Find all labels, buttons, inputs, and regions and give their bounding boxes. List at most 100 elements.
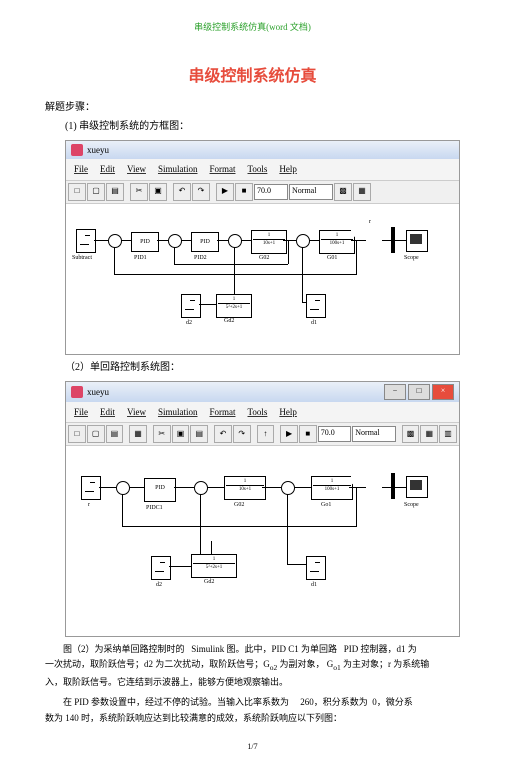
canvas-1: Subtract PID PID1 PID PID2 110s+1 G02 11… [66,204,459,354]
save-icon[interactable]: ▤ [106,425,124,443]
play-icon[interactable]: ▶ [280,425,298,443]
block-g02[interactable]: 110s+1 [251,230,287,254]
menu-help[interactable]: Help [279,162,297,176]
close-button[interactable]: × [432,384,454,400]
stop-icon[interactable]: ■ [299,425,317,443]
menu-file[interactable]: File [74,162,88,176]
undo-icon[interactable]: ↶ [173,183,191,201]
sim-time[interactable]: 70.0 [318,426,352,442]
open-icon[interactable]: ▢ [87,183,105,201]
block-d1[interactable] [306,556,326,580]
page-number: 1/7 [45,741,460,754]
toolbar-1: □ ▢ ▤ ✂ ▣ ↶ ↷ ▶ ■ 70.0 Normal ▩ ▦ [66,181,459,204]
label-scope: Scope [404,501,419,511]
app-icon [71,144,83,156]
window-title: xueyu [87,143,109,157]
label-g01: G01 [327,254,337,264]
menu-view[interactable]: View [127,162,146,176]
toolbar-2: □ ▢ ▤ ▦ ✂ ▣ ▤ ↶ ↷ ↑ ▶ ■ 70.0 Normal ▩ ▦ … [66,423,459,446]
menu-view[interactable]: View [127,405,146,419]
copy-icon[interactable]: ▣ [172,425,190,443]
block-sum2[interactable] [194,481,208,495]
up-icon[interactable]: ↑ [257,425,275,443]
block-d1[interactable] [306,294,326,318]
block-sum3[interactable] [281,481,295,495]
block-g02[interactable]: 110s+1 [224,476,266,500]
zoom-icon[interactable]: ▩ [402,425,420,443]
block-go1[interactable]: 1100s+1 [311,476,353,500]
open-icon[interactable]: ▢ [87,425,105,443]
label-gd2: Gd2 [204,578,214,588]
paste-icon[interactable]: ▤ [190,425,208,443]
menu-help[interactable]: Help [279,405,297,419]
print-icon[interactable]: ▦ [129,425,147,443]
menu-sim[interactable]: Simulation [158,162,198,176]
model-icon[interactable]: ▥ [439,425,457,443]
block-scope[interactable] [406,230,428,252]
block-pidc1[interactable]: PID [144,478,176,502]
menu-edit[interactable]: Edit [100,405,115,419]
block-step-r[interactable] [76,229,96,253]
maximize-button[interactable]: □ [408,384,430,400]
stop-icon[interactable]: ■ [235,183,253,201]
label-d1: d1 [311,581,317,591]
label-g02: G02 [259,254,269,264]
label-d2: d2 [186,319,192,329]
menu-file[interactable]: File [74,405,88,419]
block-sum4[interactable] [296,234,310,248]
doc-title: 串级控制系统仿真 [45,64,460,90]
copy-icon[interactable]: ▣ [149,183,167,201]
titlebar-1: xueyu [66,141,459,159]
label-r: r [369,218,371,228]
minimize-button[interactable]: − [384,384,406,400]
sim-mode[interactable]: Normal [289,184,333,200]
label-pidc1: PIDC1 [146,504,163,514]
titlebar-2: xueyu − □ × [66,382,459,402]
undo-icon[interactable]: ↶ [214,425,232,443]
menu-edit[interactable]: Edit [100,162,115,176]
menubar-2: File Edit View Simulation Format Tools H… [66,402,459,423]
simulink-window-1: xueyu File Edit View Simulation Format T… [65,140,460,355]
menu-fmt[interactable]: Format [210,405,236,419]
block-gd2[interactable]: 15²+2s+1 [191,554,237,578]
label-d2: d2 [156,581,162,591]
new-icon[interactable]: □ [68,425,86,443]
label-g02: G02 [234,501,244,511]
app-icon [71,386,83,398]
zoom-icon[interactable]: ▩ [334,183,352,201]
block-sum1[interactable] [116,481,130,495]
sim-time[interactable]: 70.0 [254,184,288,200]
menu-sim[interactable]: Simulation [158,405,198,419]
save-icon[interactable]: ▤ [106,183,124,201]
label-pid2: PID2 [194,254,207,264]
label-scope: Scope [404,254,419,264]
block-sum2[interactable] [168,234,182,248]
block-sum1[interactable] [108,234,122,248]
menu-fmt[interactable]: Format [210,162,236,176]
lib-icon[interactable]: ▦ [420,425,438,443]
block-d2[interactable] [151,556,171,580]
block-mux[interactable] [391,473,395,499]
lib-icon[interactable]: ▦ [353,183,371,201]
block-d2[interactable] [181,294,201,318]
block-g01[interactable]: 1100s+1 [319,230,355,254]
sim-mode[interactable]: Normal [352,426,395,442]
cut-icon[interactable]: ✂ [130,183,148,201]
step-label: 解题步骤： [45,100,460,116]
new-icon[interactable]: □ [68,183,86,201]
block-pid2[interactable]: PID [191,232,219,252]
block-sum3[interactable] [228,234,242,248]
redo-icon[interactable]: ↷ [233,425,251,443]
cut-icon[interactable]: ✂ [153,425,171,443]
menu-tools[interactable]: Tools [248,162,268,176]
menu-tools[interactable]: Tools [248,405,268,419]
block-scope[interactable] [406,476,428,498]
redo-icon[interactable]: ↷ [192,183,210,201]
play-icon[interactable]: ▶ [216,183,234,201]
canvas-2: r PID PIDC1 110s+1 G02 1100s+1 Go1 Scope… [66,446,459,636]
section-1: (1) 串级控制系统的方框图： [45,119,460,135]
block-r[interactable] [81,476,101,500]
block-gd2[interactable]: 15²+2s+1 [216,294,252,318]
block-pid1[interactable]: PID [131,232,159,252]
label-gd2: Gd2 [224,317,234,327]
